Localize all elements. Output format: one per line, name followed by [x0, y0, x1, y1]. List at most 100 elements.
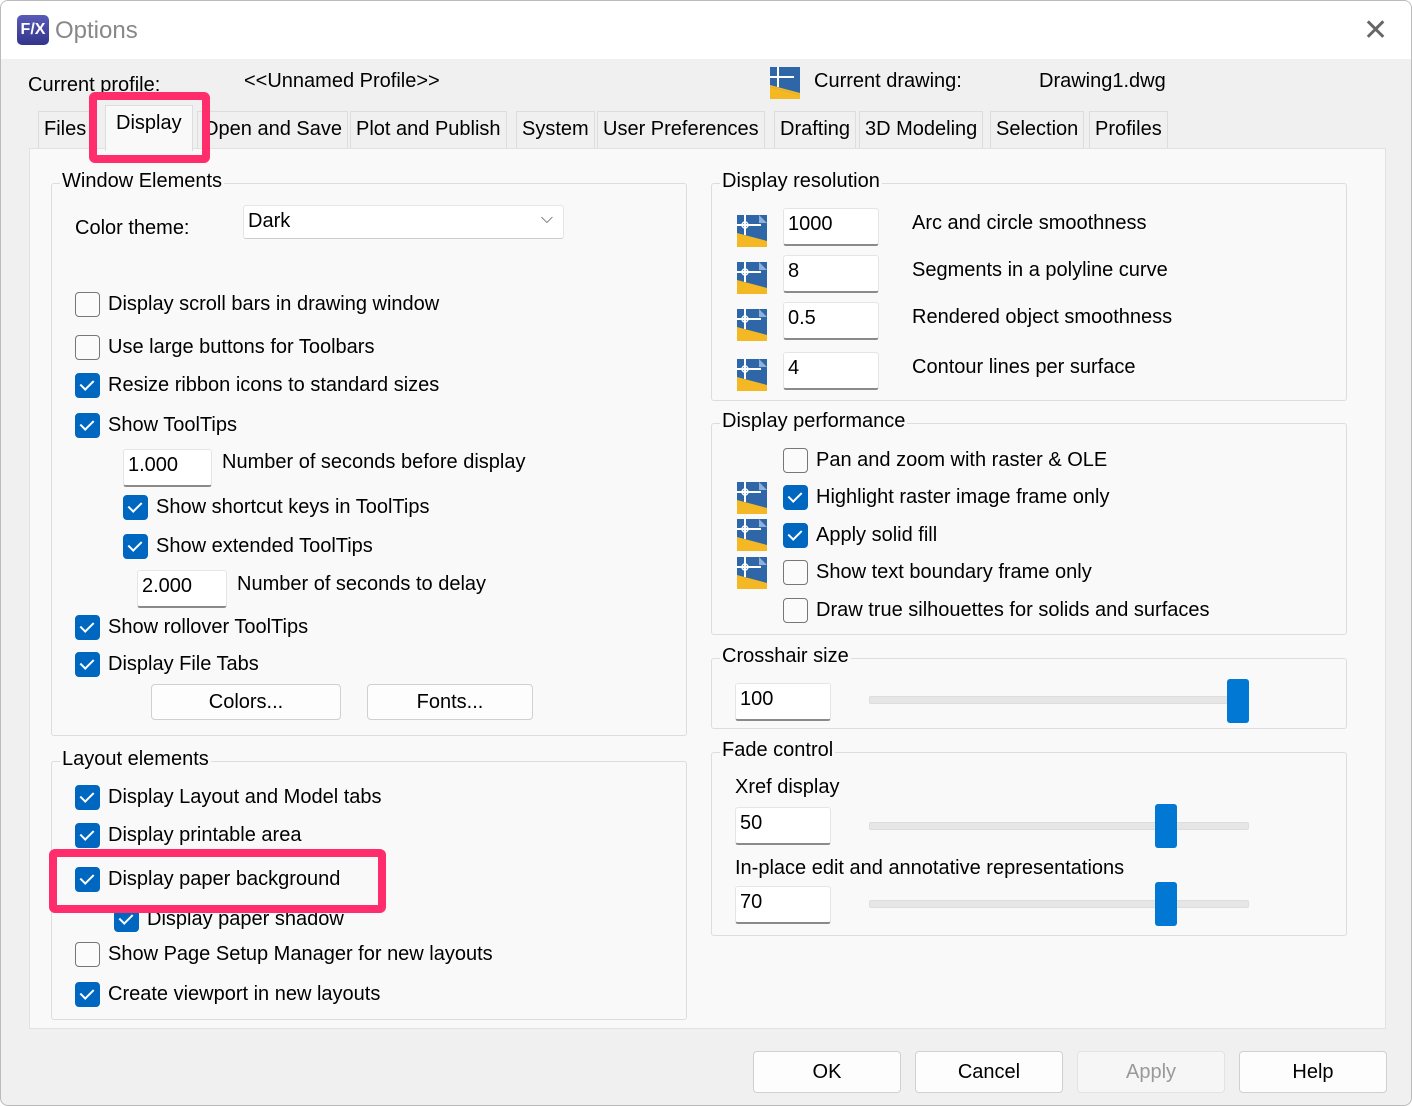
tab-3d-modeling[interactable]: 3D Modeling [859, 111, 984, 149]
checkbox-paper-shadow[interactable]: Display paper shadow [114, 907, 344, 932]
inplace-fade-input[interactable]: 70 [735, 886, 831, 924]
checkbox-true-silhouettes[interactable]: Draw true silhouettes for solids and sur… [783, 598, 1210, 623]
drawing-icon [770, 67, 800, 99]
checkbox-label: Show extended ToolTips [156, 535, 373, 557]
checkbox-label: Show shortcut keys in ToolTips [156, 496, 430, 518]
checkbox-box [75, 652, 100, 677]
checkbox-highlight-raster-frame[interactable]: Highlight raster image frame only [783, 485, 1109, 510]
checkbox-printable-area[interactable]: Display printable area [75, 823, 301, 848]
tab-selection[interactable]: Selection [990, 111, 1085, 149]
tooltip-delay-input[interactable]: 1.000 [123, 449, 212, 487]
checkbox-resize-ribbon-icons[interactable]: Resize ribbon icons to standard sizes [75, 373, 439, 398]
colors-button[interactable]: Colors... [151, 684, 341, 720]
checkbox-label: Display paper background [108, 868, 341, 890]
color-theme-select[interactable]: Dark ⌵ [243, 205, 564, 239]
group-title: Display resolution [720, 170, 882, 193]
cancel-button[interactable]: Cancel [915, 1051, 1063, 1093]
xref-fade-input[interactable]: 50 [735, 807, 831, 845]
crosshair-slider-track[interactable] [869, 696, 1249, 704]
resolution-input[interactable]: 1000 [783, 208, 879, 246]
window-title: Options [55, 17, 138, 44]
xref-display-label: Xref display [735, 776, 840, 798]
tab-drafting[interactable]: Drafting [774, 111, 857, 149]
checkbox-shortcut-keys[interactable]: Show shortcut keys in ToolTips [123, 495, 429, 520]
tab-plot-and-publish[interactable]: Plot and Publish [350, 111, 507, 149]
checkbox-create-viewport[interactable]: Create viewport in new layouts [75, 982, 380, 1007]
checkbox-box [783, 448, 808, 473]
checkbox-label: Apply solid fill [816, 524, 938, 546]
checkbox-display-scroll-bars[interactable]: Display scroll bars in drawing window [75, 292, 439, 317]
checkbox-box [75, 615, 100, 640]
ok-button[interactable]: OK [753, 1051, 901, 1093]
checkbox-box [75, 942, 100, 967]
xref-slider-thumb[interactable] [1155, 804, 1178, 848]
resolution-icon [737, 215, 767, 247]
checkbox-label: Show rollover ToolTips [108, 616, 309, 638]
crosshair-slider-thumb[interactable] [1227, 679, 1249, 723]
current-drawing-label: Current drawing: [814, 70, 962, 92]
checkbox-box [75, 335, 100, 360]
checkbox-box [114, 907, 139, 932]
checkbox-label: Pan and zoom with raster & OLE [816, 449, 1108, 471]
performance-icon [737, 557, 767, 589]
resolution-input[interactable]: 8 [783, 255, 879, 293]
group-title: Crosshair size [720, 645, 851, 668]
tab-profiles[interactable]: Profiles [1089, 111, 1168, 149]
checkbox-layout-model-tabs[interactable]: Display Layout and Model tabs [75, 785, 382, 810]
inplace-slider-track[interactable] [869, 900, 1249, 908]
close-icon[interactable]: ✕ [1363, 13, 1388, 48]
checkbox-extended-tooltips[interactable]: Show extended ToolTips [123, 534, 373, 559]
checkbox-display-file-tabs[interactable]: Display File Tabs [75, 652, 259, 677]
checkbox-label: Use large buttons for Toolbars [108, 336, 375, 358]
group-title: Layout elements [60, 748, 211, 771]
group-title: Window Elements [60, 170, 225, 193]
checkbox-rollover-tooltips[interactable]: Show rollover ToolTips [75, 615, 308, 640]
checkbox-label: Draw true silhouettes for solids and sur… [816, 599, 1210, 621]
checkbox-box [783, 523, 808, 548]
tab-files[interactable]: Files [38, 111, 93, 149]
inplace-slider-thumb[interactable] [1155, 882, 1178, 926]
checkbox-apply-solid-fill[interactable]: Apply solid fill [783, 523, 937, 548]
crosshair-size-input[interactable]: 100 [735, 683, 831, 721]
checkbox-box [75, 373, 100, 398]
extended-delay-label: Number of seconds to delay [237, 573, 487, 595]
tab-display[interactable]: Display [105, 105, 193, 151]
resolution-input[interactable]: 4 [783, 352, 879, 390]
current-profile-value: <<Unnamed Profile>> [244, 70, 440, 92]
tooltip-delay-label: Number of seconds before display [222, 451, 526, 473]
checkbox-box [75, 823, 100, 848]
tab-user-preferences[interactable]: User Preferences [597, 111, 765, 149]
current-profile-label: Current profile: [28, 74, 161, 96]
checkbox-label: Resize ribbon icons to standard sizes [108, 374, 440, 396]
resolution-icon [737, 359, 767, 391]
extended-delay-input[interactable]: 2.000 [137, 570, 227, 608]
performance-icon [737, 519, 767, 551]
title-bar: F/X Options ✕ [1, 1, 1411, 59]
group-title: Display performance [720, 410, 908, 433]
xref-slider-track[interactable] [869, 822, 1249, 830]
fonts-button[interactable]: Fonts... [367, 684, 533, 720]
checkbox-paper-background[interactable]: Display paper background [75, 867, 340, 892]
checkbox-page-setup-manager[interactable]: Show Page Setup Manager for new layouts [75, 942, 493, 967]
color-theme-label: Color theme: [75, 217, 190, 239]
checkbox-box [783, 485, 808, 510]
tab-open-and-save[interactable]: Open and Save [197, 111, 348, 149]
checkbox-text-boundary-frame[interactable]: Show text boundary frame only [783, 560, 1092, 585]
checkbox-large-buttons[interactable]: Use large buttons for Toolbars [75, 335, 374, 360]
tab-system[interactable]: System [516, 111, 595, 149]
checkbox-box [75, 785, 100, 810]
apply-button[interactable]: Apply [1077, 1051, 1225, 1093]
checkbox-label: Show text boundary frame only [816, 561, 1092, 583]
checkbox-show-tooltips[interactable]: Show ToolTips [75, 413, 237, 438]
checkbox-pan-zoom-raster[interactable]: Pan and zoom with raster & OLE [783, 448, 1107, 473]
inplace-edit-label: In-place edit and annotative representat… [735, 857, 1125, 879]
resolution-input[interactable]: 0.5 [783, 302, 879, 340]
checkbox-label: Show ToolTips [108, 414, 237, 436]
resolution-label: Arc and circle smoothness [912, 212, 1147, 234]
current-drawing-value: Drawing1.dwg [1039, 70, 1166, 92]
resolution-icon [737, 262, 767, 294]
help-button[interactable]: Help [1239, 1051, 1387, 1093]
resolution-label: Segments in a polyline curve [912, 259, 1168, 281]
chevron-down-icon: ⌵ [540, 210, 553, 227]
checkbox-box [783, 560, 808, 585]
